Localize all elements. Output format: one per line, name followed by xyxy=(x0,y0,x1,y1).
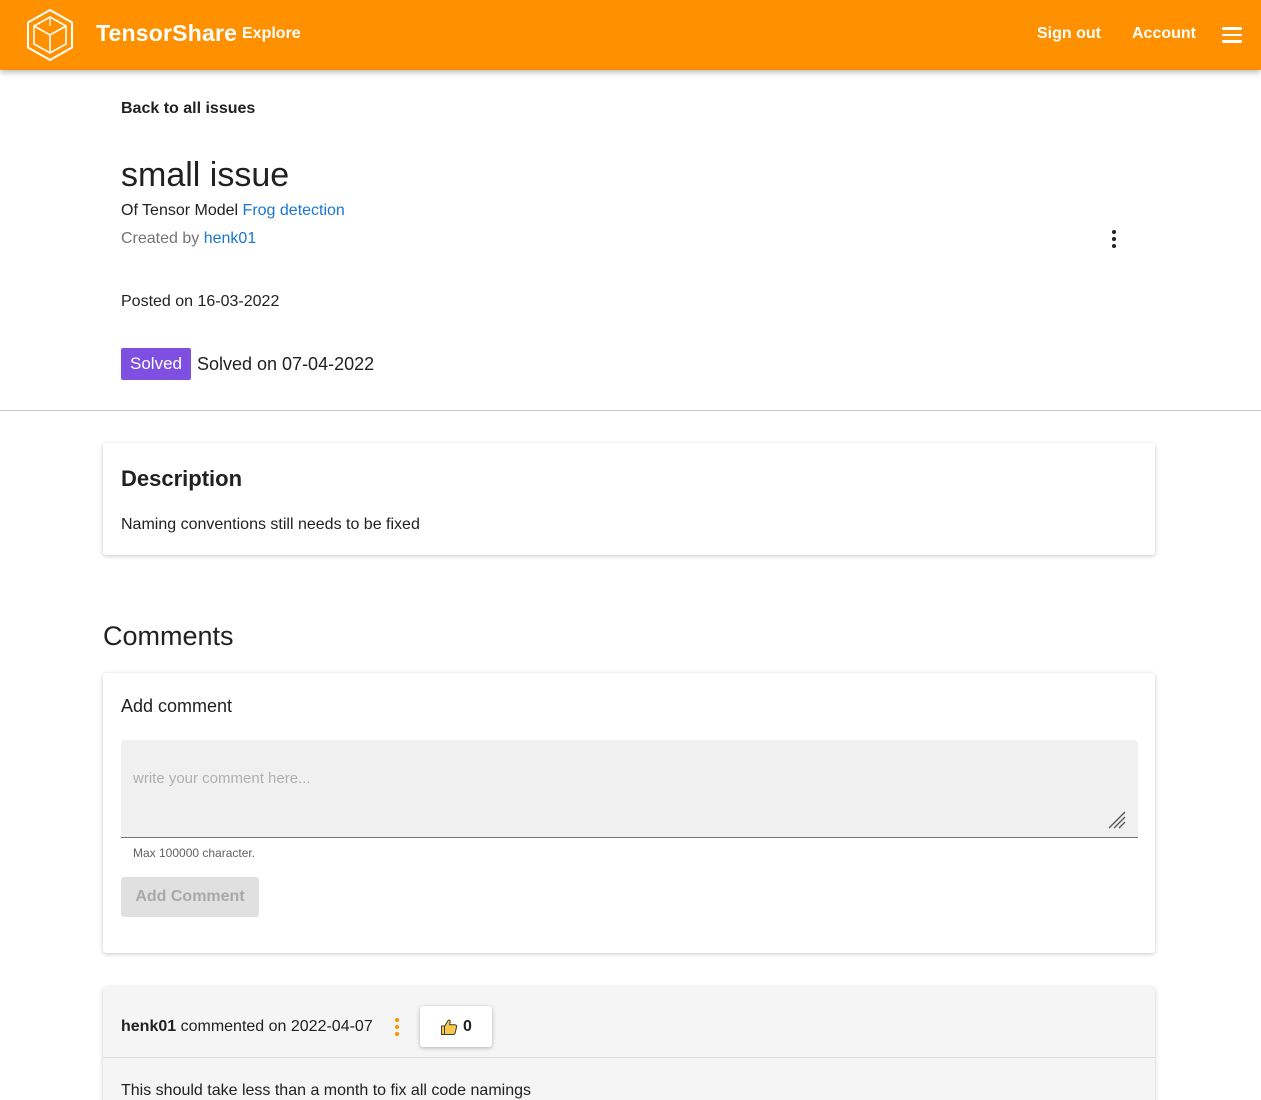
comment-date: commented on 2022-04-07 xyxy=(180,1018,373,1035)
comment-header: henk01 commented on 2022-04-07 xyxy=(121,1018,373,1036)
back-to-issues-link[interactable]: Back to all issues xyxy=(121,100,255,118)
like-button[interactable]: 0 xyxy=(420,1006,492,1047)
comments-heading: Comments xyxy=(103,621,234,651)
comment-item: henk01 commented on 2022-04-07 0 This sh… xyxy=(103,987,1155,1100)
comment-author[interactable]: henk01 xyxy=(121,1018,176,1035)
top-app-bar: TensorShare Explore Sign out Account xyxy=(0,0,1261,70)
description-text: Naming conventions still needs to be fix… xyxy=(121,516,420,533)
status-row: Solved Solved on 07-04-2022 xyxy=(121,348,374,380)
character-limit-hint: Max 100000 character. xyxy=(133,846,256,860)
posted-date: Posted on 16-03-2022 xyxy=(121,293,280,310)
issue-title: small issue xyxy=(121,156,290,194)
comment-divider xyxy=(103,1057,1155,1058)
sign-out-link[interactable]: Sign out xyxy=(1037,25,1101,43)
comment-textarea-field xyxy=(121,740,1138,838)
solved-date: Solved on 07-04-2022 xyxy=(196,353,375,374)
add-comment-title: Add comment xyxy=(121,696,233,716)
thumbs-up-icon xyxy=(441,1018,458,1035)
like-count: 0 xyxy=(463,1017,472,1035)
description-title: Description xyxy=(121,466,243,491)
author-link[interactable]: henk01 xyxy=(204,230,257,247)
description-card: Description Naming conventions still nee… xyxy=(103,443,1155,555)
comment-body: This should take less than a month to fi… xyxy=(121,1082,531,1099)
model-link[interactable]: Frog detection xyxy=(243,202,345,219)
comment-more-vertical-icon[interactable] xyxy=(394,1018,400,1038)
created-by: Created by henk01 xyxy=(121,230,256,248)
model-reference: Of Tensor Model Frog detection xyxy=(121,202,345,220)
account-link[interactable]: Account xyxy=(1132,25,1196,43)
brand-name[interactable]: TensorShare xyxy=(96,20,237,47)
hamburger-menu-icon[interactable] xyxy=(1222,27,1242,43)
created-prefix: Created by xyxy=(121,230,200,247)
issue-header: Back to all issues small issue Of Tensor… xyxy=(0,70,1261,411)
add-comment-card: Add comment Max 100000 character. Add Co… xyxy=(103,673,1155,953)
resize-handle-icon[interactable] xyxy=(1106,809,1126,829)
comment-input[interactable] xyxy=(121,740,1138,837)
more-vertical-icon[interactable] xyxy=(1108,230,1120,250)
add-comment-button[interactable]: Add Comment xyxy=(121,877,259,917)
model-prefix: Of Tensor Model xyxy=(121,202,239,219)
hexagon-cube-icon[interactable] xyxy=(24,8,76,62)
status-badge: Solved xyxy=(121,348,191,380)
nav-explore-link[interactable]: Explore xyxy=(242,25,301,43)
